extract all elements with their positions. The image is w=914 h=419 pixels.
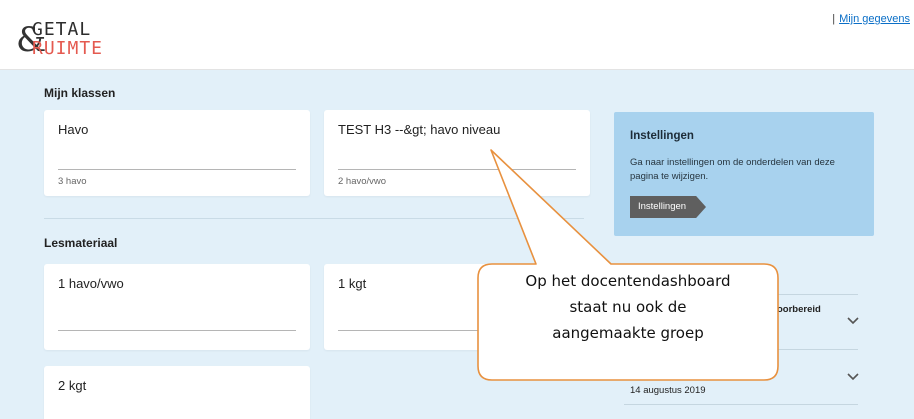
class-card-test-h3[interactable]: TEST H3 --&gt; havo niveau 2 havo/vwo — [324, 110, 590, 196]
material-card-divider — [338, 330, 576, 331]
chevron-down-icon[interactable] — [846, 316, 860, 326]
material-card-title: 1 havo/vwo — [58, 276, 124, 291]
header: & GETAL RUIMTE | Mijn gegevens — [0, 0, 914, 70]
material-card-1-havo-vwo[interactable]: 1 havo/vwo — [44, 264, 310, 350]
logo[interactable]: & GETAL RUIMTE — [16, 18, 126, 64]
class-card-subtitle: 3 havo — [58, 176, 87, 187]
side-item-title: oorbereid — [777, 304, 821, 315]
chevron-down-icon[interactable] — [846, 372, 860, 382]
class-card-divider — [58, 169, 296, 170]
nav-separator: | — [832, 13, 836, 25]
material-card-title: 1 kgt — [338, 276, 367, 291]
class-card-havo[interactable]: Havo 3 havo — [44, 110, 310, 196]
logo-line-ruimte: RUIMTE — [32, 38, 104, 59]
side-list-divider — [624, 349, 858, 350]
settings-description: Ga naar instellingen om de onderdelen va… — [630, 157, 835, 182]
section-divider — [44, 218, 584, 219]
side-item-date: 14 augustus 2019 — [630, 385, 706, 396]
classes-section-title: Mijn klassen — [44, 86, 116, 100]
lesmateriaal-section-title: Lesmateriaal — [44, 236, 118, 250]
side-list-divider — [624, 294, 858, 295]
account-nav: | Mijn gegevens — [832, 13, 910, 25]
material-card-divider — [58, 330, 296, 331]
material-card-2-kgt[interactable]: 2 kgt — [44, 366, 310, 419]
settings-button[interactable]: Instellingen — [630, 196, 706, 218]
class-card-divider — [338, 169, 576, 170]
material-card-1-kgt[interactable]: 1 kgt — [324, 264, 590, 350]
my-account-link[interactable]: Mijn gegevens — [839, 13, 910, 25]
class-card-title: Havo — [58, 122, 89, 137]
logo-line-getal: GETAL — [32, 19, 92, 40]
class-card-subtitle: 2 havo/vwo — [338, 176, 387, 187]
material-card-title: 2 kgt — [58, 378, 87, 393]
side-list-divider — [624, 404, 858, 405]
settings-panel: Instellingen Ga naar instellingen om de … — [614, 112, 874, 236]
class-card-title: TEST H3 --&gt; havo niveau — [338, 122, 501, 137]
settings-title: Instellingen — [630, 130, 694, 142]
